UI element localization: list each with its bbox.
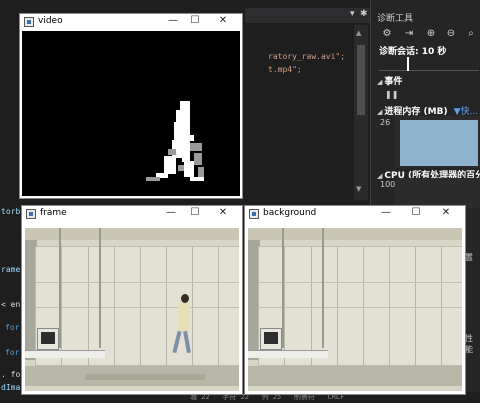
diagnostic-toolbar: ⚙ ⇥ ⊕ ⊖ ⌕ <box>377 28 477 42</box>
office-scene <box>25 228 239 391</box>
code-line-filename: ratory_raw.avi"; <box>268 52 346 61</box>
cpu-chart-area <box>395 178 480 208</box>
person-head <box>181 294 189 303</box>
window-title: background <box>263 208 317 218</box>
panel-title: 诊断工具 <box>377 14 414 24</box>
window-titlebar[interactable]: video — ☐ ✕ <box>20 14 242 30</box>
scroll-up-icon[interactable]: ▲ <box>356 29 361 37</box>
code-fragment: rame <box>1 265 21 274</box>
code-line-output: t.mp4"; <box>268 65 302 74</box>
timeline-ruler[interactable] <box>379 57 479 71</box>
minimize-icon[interactable]: — <box>162 207 180 218</box>
code-fragment: dIma <box>1 383 21 392</box>
zoom-out-icon[interactable]: ⊖ <box>445 28 457 40</box>
pole <box>59 228 61 348</box>
monitor <box>260 328 282 350</box>
pole <box>282 228 284 348</box>
maximize-icon[interactable]: ☐ <box>407 207 425 218</box>
code-fragment: . fo <box>1 370 21 379</box>
export-icon[interactable]: ⇥ <box>403 28 415 40</box>
maximize-icon[interactable]: ☐ <box>186 15 204 26</box>
person-torso <box>178 303 190 331</box>
events-section-header[interactable]: ◢ 事件 <box>377 74 402 87</box>
window-title: video <box>38 16 63 26</box>
background-window[interactable]: background — ☐ ✕ <box>244 205 466 395</box>
app-icon <box>24 17 34 27</box>
close-icon[interactable]: ✕ <box>214 207 232 218</box>
code-fragment: for <box>5 348 20 357</box>
cpu-axis-max: 100 <box>380 180 396 189</box>
ceiling <box>25 228 239 240</box>
minimize-icon[interactable]: — <box>164 15 182 26</box>
editor-scrollbar[interactable]: ▲ ▼ <box>354 25 368 200</box>
maximize-icon[interactable]: ☐ <box>186 207 204 218</box>
background-model-view <box>248 228 462 391</box>
memory-axis-max: 26 <box>380 118 391 127</box>
collapse-icon: ◢ <box>377 108 383 116</box>
pole <box>322 228 324 348</box>
events-label: 事件 <box>384 77 403 87</box>
monitor <box>37 328 59 350</box>
pole <box>99 228 101 348</box>
app-icon <box>249 209 259 219</box>
close-icon[interactable]: ✕ <box>214 15 232 26</box>
person-silhouette <box>146 101 204 181</box>
reset-zoom-icon[interactable]: ⌕ <box>465 28 477 40</box>
side-panel-strip <box>464 250 480 392</box>
scrollbar-thumb[interactable] <box>357 45 365 115</box>
close-icon[interactable]: ✕ <box>437 207 455 218</box>
session-duration: 诊断会话: 10 秒 <box>379 47 447 57</box>
window-titlebar[interactable]: background — ☐ ✕ <box>245 206 465 222</box>
ceiling <box>248 228 462 240</box>
frame-window[interactable]: frame — ☐ ✕ <box>21 205 243 395</box>
window-title: frame <box>40 208 67 218</box>
video-frame-view <box>25 228 239 391</box>
window-titlebar[interactable]: frame — ☐ ✕ <box>22 206 242 222</box>
zoom-in-icon[interactable]: ⊕ <box>425 28 437 40</box>
memory-usage-fill <box>400 120 478 166</box>
settings-icon[interactable]: ⚙ <box>381 28 393 40</box>
timeline-cursor[interactable] <box>407 57 409 71</box>
code-fragment: < en <box>1 300 21 309</box>
office-scene <box>248 228 462 391</box>
desk <box>248 350 328 358</box>
cabinet-wall <box>35 246 239 366</box>
desk <box>25 350 105 358</box>
minimize-icon[interactable]: — <box>377 207 395 218</box>
code-fragment: torb <box>1 207 21 216</box>
cabinet-wall <box>258 246 462 366</box>
floor <box>248 366 462 386</box>
side-panel-text: 置 <box>465 253 473 262</box>
code-fragment: for <box>5 323 20 332</box>
tab-dropdown-icon[interactable]: ▾ <box>350 9 355 19</box>
video-window[interactable]: video — ☐ ✕ <box>19 13 243 199</box>
pause-icon[interactable]: ❚❚ <box>385 90 398 99</box>
collapse-icon: ◢ <box>377 78 383 86</box>
gear-icon[interactable]: ✱ <box>360 9 368 19</box>
app-icon <box>26 209 36 219</box>
side-panel-text: 性能 <box>465 334 473 354</box>
scroll-down-icon[interactable]: ▼ <box>356 185 361 193</box>
collapse-icon: ◢ <box>377 172 383 180</box>
floor-shadow <box>85 374 205 380</box>
foreground-mask-view <box>22 31 240 196</box>
